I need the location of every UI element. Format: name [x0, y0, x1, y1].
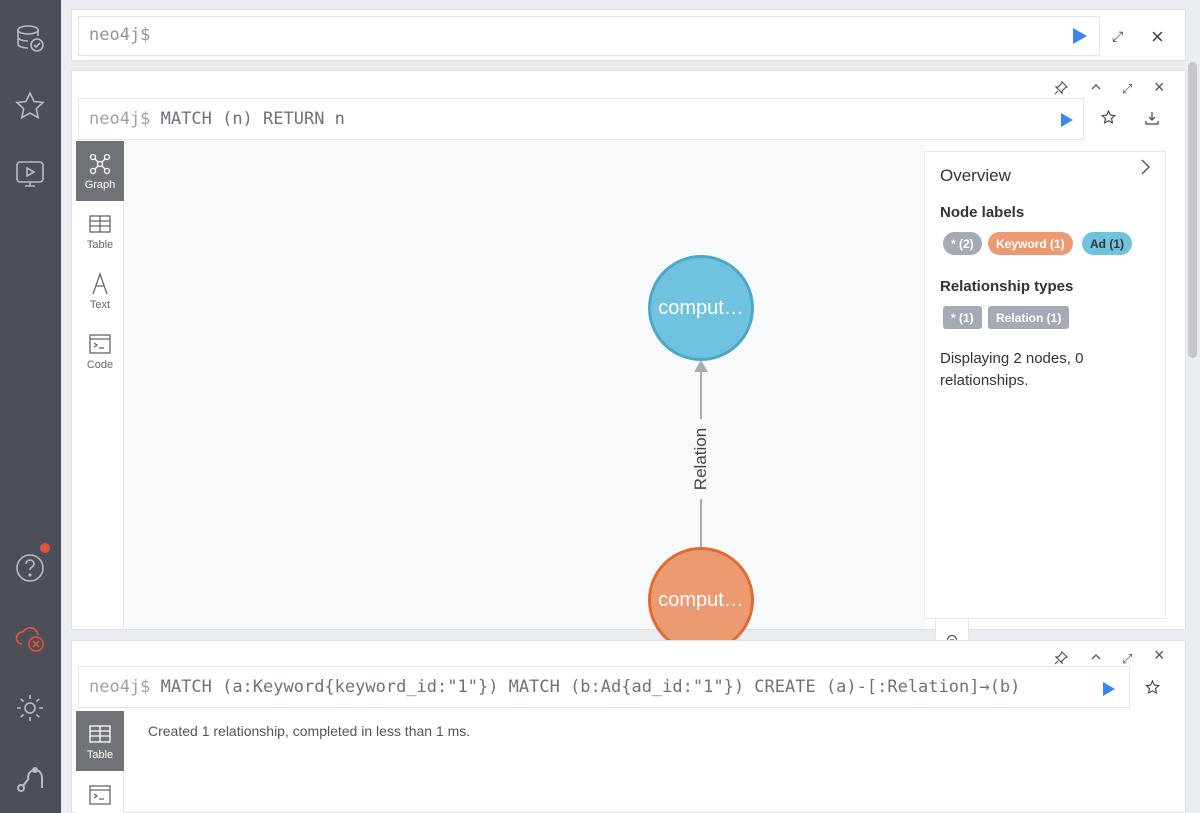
collapse-overview-chevron-icon[interactable]: [1139, 158, 1151, 182]
database-icon[interactable]: [10, 18, 50, 58]
tab-code[interactable]: [76, 771, 124, 813]
overview-title: Overview: [940, 166, 1011, 185]
graph-canvas[interactable]: Relation comput… comput…: [125, 141, 969, 689]
relationship-label: Relation: [691, 427, 710, 491]
tab-table-label: Table: [86, 238, 114, 251]
page-scrollbar-thumb[interactable]: [1188, 62, 1197, 358]
fullscreen-frame-icon[interactable]: ⤢: [1122, 651, 1132, 667]
node-label-keyword[interactable]: Keyword (1): [988, 232, 1073, 255]
download-icon[interactable]: [1145, 111, 1159, 129]
favorites-star-icon[interactable]: [10, 86, 50, 126]
frame-query-editor[interactable]: neo4j$ MATCH (n) RETURN n: [78, 98, 1084, 140]
cloud-disconnected-icon[interactable]: [10, 618, 50, 658]
view-tabs: Table: [76, 711, 124, 813]
relationship-label-wrap: Relation: [687, 419, 715, 499]
tab-table[interactable]: Table: [76, 711, 124, 771]
favorite-star-icon[interactable]: [1144, 679, 1161, 699]
frame-prompt: neo4j$: [89, 109, 151, 129]
frame-query-editor[interactable]: neo4j$ MATCH (a:Keyword{keyword_id:"1"})…: [78, 666, 1130, 708]
help-icon[interactable]: [10, 548, 50, 588]
relationship-arrowhead: [694, 360, 708, 372]
guides-monitor-icon[interactable]: [10, 154, 50, 194]
frame-prompt: neo4j$: [89, 677, 151, 697]
fullscreen-expand-icon[interactable]: ⤢: [1112, 28, 1123, 45]
clear-editor-close-icon[interactable]: ×: [1151, 24, 1164, 50]
rerun-query-button[interactable]: [1102, 681, 1116, 702]
tab-code-label: Code: [86, 358, 114, 371]
result-frame-graph: ⤢ × neo4j$ MATCH (n) RETURN n Graph Tabl…: [71, 70, 1186, 689]
rel-type-all[interactable]: * (1): [943, 306, 982, 329]
node-ad-caption: comput…: [658, 296, 744, 319]
tab-code[interactable]: Code: [76, 321, 124, 381]
pin-icon[interactable]: [1054, 80, 1069, 98]
editor-prompt: neo4j$: [89, 25, 151, 45]
collapse-frame-icon[interactable]: [1090, 651, 1102, 666]
overview-panel: Overview Node labels * (2) Keyword (1) A…: [924, 151, 1166, 619]
run-query-button[interactable]: [1072, 27, 1088, 50]
frame-query-text: MATCH (a:Keyword{keyword_id:"1"}) MATCH …: [160, 677, 1021, 697]
overview-summary: Displaying 2 nodes, 0 relationships.: [940, 350, 1084, 389]
graph-node-ad[interactable]: comput…: [648, 255, 754, 361]
sidebar: [0, 0, 61, 813]
settings-gear-icon[interactable]: [10, 688, 50, 728]
relationship-types-heading: Relationship types: [940, 278, 1074, 295]
frame-query: neo4j$ MATCH (n) RETURN n: [89, 109, 345, 129]
node-label-all[interactable]: * (2): [943, 232, 982, 255]
top-editor-bar: neo4j$ ⤢ ×: [71, 9, 1186, 61]
tab-text-label: Text: [89, 298, 111, 311]
collapse-frame-icon[interactable]: [1090, 81, 1102, 96]
rel-type-relation[interactable]: Relation (1): [988, 306, 1070, 329]
tab-text[interactable]: Text: [76, 261, 124, 321]
favorite-star-icon[interactable]: [1100, 109, 1117, 129]
result-frame-create: ⤢ × neo4j$ MATCH (a:Keyword{keyword_id:"…: [71, 640, 1186, 813]
node-label-ad[interactable]: Ad (1): [1082, 232, 1132, 255]
frame-query: neo4j$ MATCH (a:Keyword{keyword_id:"1"})…: [89, 677, 1020, 697]
result-message: Created 1 relationship, completed in les…: [148, 723, 471, 739]
notification-dot: [40, 543, 50, 553]
close-frame-icon[interactable]: ×: [1154, 77, 1165, 98]
rerun-query-button[interactable]: [1060, 112, 1074, 133]
graph-node-keyword[interactable]: comput…: [648, 547, 754, 653]
cypher-editor-input[interactable]: neo4j$: [78, 16, 1100, 56]
fullscreen-frame-icon[interactable]: ⤢: [1122, 81, 1132, 97]
close-frame-icon[interactable]: ×: [1154, 645, 1165, 666]
tab-graph[interactable]: Graph: [76, 141, 124, 201]
tab-graph-label: Graph: [84, 178, 116, 191]
view-tabs: Graph Table Text Code: [76, 141, 124, 629]
frame-query-text: MATCH (n) RETURN n: [160, 109, 345, 129]
neo4j-logo-icon[interactable]: [10, 758, 50, 798]
tab-table-label: Table: [86, 748, 114, 761]
node-keyword-caption: comput…: [658, 588, 744, 611]
tab-table[interactable]: Table: [76, 201, 124, 261]
node-labels-heading: Node labels: [940, 204, 1025, 221]
